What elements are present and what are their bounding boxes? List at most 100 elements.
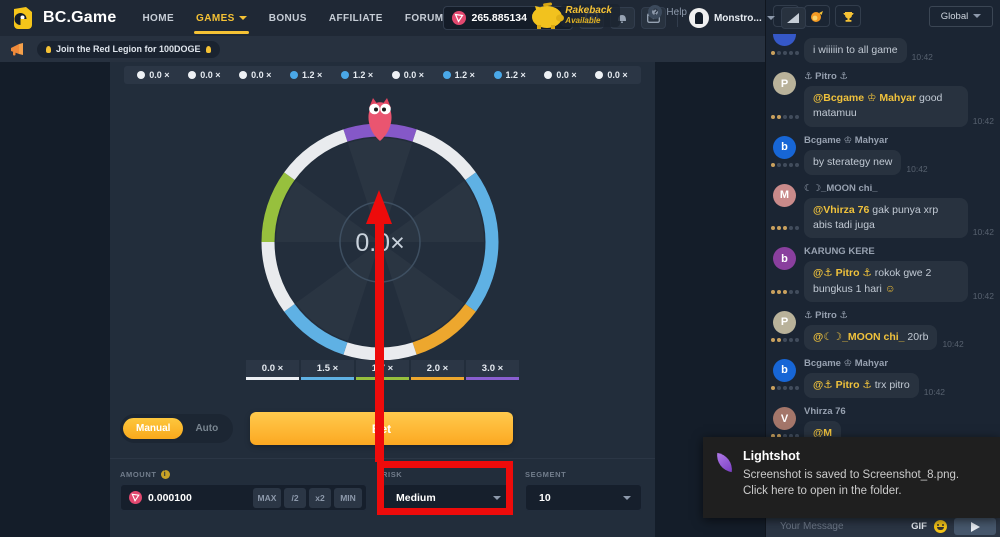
history-result: 1.2 × (443, 70, 475, 80)
avatar[interactable]: b (773, 136, 796, 159)
emoji-picker-button[interactable] (934, 520, 947, 533)
megaphone-icon (10, 42, 27, 57)
result-value: 0.0 × (404, 70, 424, 80)
menu-item-home[interactable]: HOME (142, 0, 174, 36)
legend-multiplier: 3.0 × (466, 360, 519, 377)
chat-username[interactable]: Vhirza 76 (804, 406, 994, 417)
auto-mode-button[interactable]: Auto (183, 418, 230, 439)
user-menu[interactable]: Monstro... (689, 8, 775, 28)
level-dot (789, 115, 793, 119)
chat-username[interactable]: Bcgame ♔ Mahyar (804, 135, 994, 146)
manual-mode-button[interactable]: Manual (123, 418, 183, 439)
legend-color-bar (466, 377, 519, 380)
lightshot-notification[interactable]: Lightshot Screenshot is saved to Screens… (703, 437, 1000, 518)
user-level-dots (771, 386, 799, 390)
level-dot (795, 226, 799, 230)
level-dot (777, 290, 781, 294)
chat-message-body: @☾☽_MOON chi_ 20rb10:42 (804, 325, 994, 350)
bulb-icon (206, 46, 211, 53)
amount-half-button[interactable]: /2 (284, 488, 306, 508)
segment-select[interactable]: 10 (525, 484, 642, 511)
amount-double-button[interactable]: x2 (309, 488, 331, 508)
legend-color-bar (301, 377, 354, 380)
annotation-arrow-head (366, 190, 392, 224)
message-text: by sterategy new (813, 156, 892, 168)
amount-input[interactable]: 0.000100 MAX /2 x2 MIN (120, 484, 367, 511)
user-mention[interactable]: @☾☽_MOON chi_ (813, 331, 905, 343)
announcement-bar: Join the Red Legion for 100DOGE (0, 36, 765, 62)
gif-button[interactable]: GIF (911, 521, 927, 532)
level-dot (771, 163, 775, 167)
menu-item-affiliate[interactable]: AFFILIATE (329, 0, 383, 36)
avatar[interactable]: P (773, 72, 796, 95)
piggy-bank-icon (527, 0, 569, 30)
result-value: 1.2 × (455, 70, 475, 80)
chat-message-input[interactable]: Your Message (780, 521, 904, 532)
send-message-button[interactable] (954, 518, 996, 535)
chat-promo-button[interactable] (804, 5, 830, 27)
level-dot (771, 290, 775, 294)
avatar[interactable]: b (773, 359, 796, 382)
fireball-icon (810, 10, 824, 23)
result-value: 0.0 × (251, 70, 271, 80)
info-icon[interactable]: i (161, 470, 170, 479)
level-dot (789, 386, 793, 390)
amount-max-button[interactable]: MAX (253, 488, 281, 508)
amount-min-button[interactable]: MIN (334, 488, 362, 508)
level-dot (789, 226, 793, 230)
announcement-link[interactable]: Join the Red Legion for 100DOGE (37, 41, 220, 58)
chat-username[interactable]: ⚓ Pitro ⚓ (804, 71, 994, 82)
question-icon: ? (648, 5, 662, 19)
level-dot (783, 386, 787, 390)
result-dot (595, 71, 603, 79)
amount-label: AMOUNTi (120, 470, 170, 479)
trophy-icon (842, 10, 855, 23)
level-dot (783, 290, 787, 294)
result-value: 0.0 × (607, 70, 627, 80)
history-result: 1.2 × (341, 70, 373, 80)
level-dot (789, 51, 793, 55)
chat-toggle-icon (786, 12, 800, 24)
chat-toggle-button[interactable] (781, 7, 806, 29)
message-timestamp: 10:42 (912, 52, 933, 63)
user-mention[interactable]: @⚓ Pitro ⚓ (813, 267, 872, 279)
navbar-right: 265.885134 TRX (443, 6, 805, 30)
chat-username[interactable]: ☾☽_MOON chi_ (804, 183, 994, 194)
chat-contest-button[interactable] (835, 5, 861, 27)
rakeback-widget[interactable]: Rakeback Available (527, 0, 620, 30)
avatar[interactable]: M (773, 184, 796, 207)
legend-multiplier: 1.5 × (301, 360, 354, 377)
menu-item-bonus[interactable]: BONUS (269, 0, 307, 36)
user-mention[interactable]: @Vhirza 76 (813, 204, 869, 216)
legend-value: 0.0 × (262, 363, 283, 374)
logo[interactable]: BC.Game (10, 6, 116, 31)
history-result: 0.0 × (137, 70, 169, 80)
chat-username[interactable]: KARUNG KERE (804, 246, 994, 257)
message-text: i wiiiiin to all game (813, 44, 898, 56)
bc-game-logo-icon (10, 6, 35, 31)
result-dot (188, 71, 196, 79)
result-value: 0.0 × (149, 70, 169, 80)
help-button[interactable]: ? Help (648, 5, 687, 19)
legend-multiplier: 0.0 × (246, 360, 299, 377)
avatar[interactable] (773, 34, 796, 46)
history-result: 0.0 × (544, 70, 576, 80)
user-level-dots (771, 115, 799, 119)
result-dot (137, 71, 145, 79)
chat-channel-select[interactable]: Global (929, 6, 993, 27)
message-timestamp: 10:42 (924, 387, 945, 398)
chat-bubble: by sterategy new (804, 150, 901, 175)
chat-username[interactable]: ⚓ Pitro ⚓ (804, 310, 994, 321)
menu-item-forum[interactable]: FORUM (405, 0, 444, 36)
rakeback-label: Rakeback Available (561, 4, 620, 27)
avatar[interactable]: P (773, 311, 796, 334)
chat-channel-value: Global (941, 11, 968, 22)
user-mention[interactable]: @Bcgame ♔ Mahyar (813, 92, 916, 104)
chat-username[interactable]: Bcgame ♔ Mahyar (804, 358, 994, 369)
user-mention[interactable]: @⚓ Pitro ⚓ (813, 379, 872, 391)
avatar[interactable]: V (773, 407, 796, 430)
chat-message: bKARUNG KERE@⚓ Pitro ⚓ rokok gwe 2 bungk… (766, 246, 1000, 301)
message-text: 20rb (905, 331, 929, 343)
menu-item-games[interactable]: GAMES (196, 0, 247, 36)
avatar[interactable]: b (773, 247, 796, 270)
